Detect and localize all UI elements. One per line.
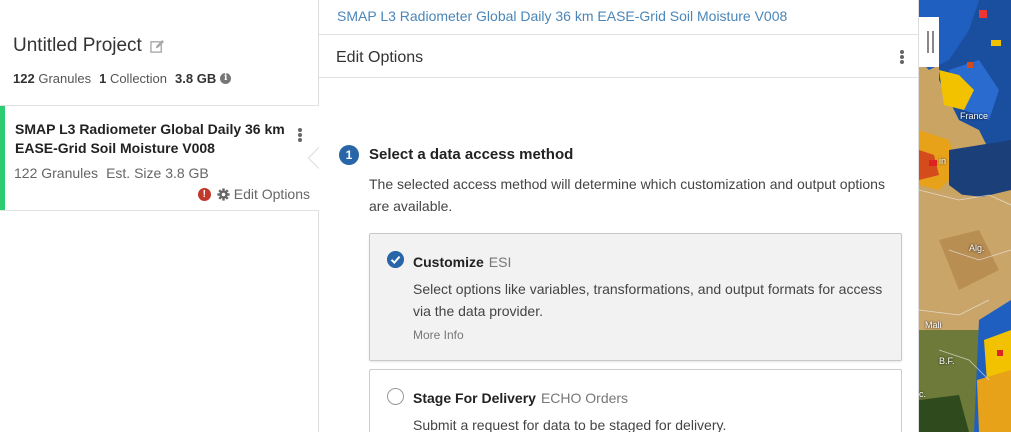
gear-icon bbox=[217, 187, 230, 201]
project-summary: 122 Granules 1 Collection 3.8 GB i bbox=[13, 71, 232, 86]
project-size: 3.8 GB bbox=[175, 71, 217, 86]
collection-status-bar bbox=[0, 106, 5, 210]
option-subtitle-echo: ECHO Orders bbox=[540, 390, 629, 406]
collection-more-menu-icon[interactable] bbox=[297, 128, 303, 142]
info-icon[interactable]: i bbox=[220, 73, 232, 84]
option-title: Stage For Delivery ECHO Orders bbox=[413, 390, 628, 406]
step-description: The selected access method will determin… bbox=[369, 176, 885, 214]
step-number-badge: 1 bbox=[339, 145, 359, 165]
collection-count: 1 bbox=[99, 71, 107, 86]
collection-est-size: Est. Size 3.8 GB bbox=[106, 165, 209, 181]
radio-checked-icon[interactable] bbox=[387, 251, 404, 268]
access-method-stage-for-delivery[interactable]: Stage For Delivery ECHO Orders Submit a r… bbox=[369, 369, 902, 432]
option-title: Customize ESI bbox=[413, 254, 511, 270]
collection-meta: 122 Granules Est. Size 3.8 GB bbox=[14, 165, 209, 181]
section-title: Edit Options bbox=[336, 49, 424, 66]
access-method-customize[interactable]: Customize ESI Select options like variabl… bbox=[369, 233, 902, 361]
collection-item[interactable]: SMAP L3 Radiometer Global Daily 36 km EA… bbox=[0, 105, 319, 211]
map-label-alg: Alg. bbox=[969, 243, 985, 253]
option-description: Select options like variables, transform… bbox=[413, 281, 883, 319]
project-title-text: Untitled Project bbox=[13, 35, 142, 56]
section-header: Edit Options bbox=[319, 34, 919, 78]
map-label-france: France bbox=[960, 111, 989, 121]
collection-edit-options-button[interactable]: ! Edit Options bbox=[197, 186, 310, 202]
edit-options-panel: SMAP L3 Radiometer Global Daily 36 km EA… bbox=[319, 0, 919, 432]
option-subtitle-esi: ESI bbox=[488, 254, 512, 270]
map-label-bf: B.F. bbox=[939, 356, 955, 366]
collection-breadcrumb-link[interactable]: SMAP L3 Radiometer Global Daily 36 km EA… bbox=[337, 8, 787, 24]
map-panel-resize-handle[interactable] bbox=[919, 17, 939, 67]
more-info-link[interactable]: More Info bbox=[413, 328, 464, 342]
collection-granules: 122 Granules bbox=[14, 165, 99, 181]
option-title-customize: Customize bbox=[413, 254, 484, 270]
radio-unchecked-icon[interactable] bbox=[387, 388, 404, 405]
option-description: Submit a request for data to be staged f… bbox=[413, 417, 727, 432]
granule-label: Granules bbox=[38, 71, 92, 86]
collection-label: Collection bbox=[109, 71, 168, 86]
map-view[interactable]: France in Alg. Mali B.F. c. bbox=[919, 0, 1011, 432]
option-title-stage: Stage For Delivery bbox=[413, 390, 536, 406]
project-title: Untitled Project bbox=[13, 35, 165, 57]
collection-edit-label: Edit Options bbox=[233, 186, 310, 202]
map-label-in: in bbox=[939, 156, 947, 166]
error-icon: ! bbox=[197, 187, 211, 201]
step-title: Select a data access method bbox=[369, 146, 574, 163]
collection-title: SMAP L3 Radiometer Global Daily 36 km EA… bbox=[15, 121, 285, 156]
edit-pencil-icon[interactable] bbox=[150, 39, 165, 54]
granule-count: 122 bbox=[13, 71, 35, 86]
project-panel: Untitled Project 122 Granules 1 Collecti… bbox=[0, 0, 331, 432]
section-more-menu-icon[interactable] bbox=[899, 50, 905, 65]
map-label-mali: Mali bbox=[925, 320, 942, 330]
map-label-c: c. bbox=[919, 389, 927, 399]
